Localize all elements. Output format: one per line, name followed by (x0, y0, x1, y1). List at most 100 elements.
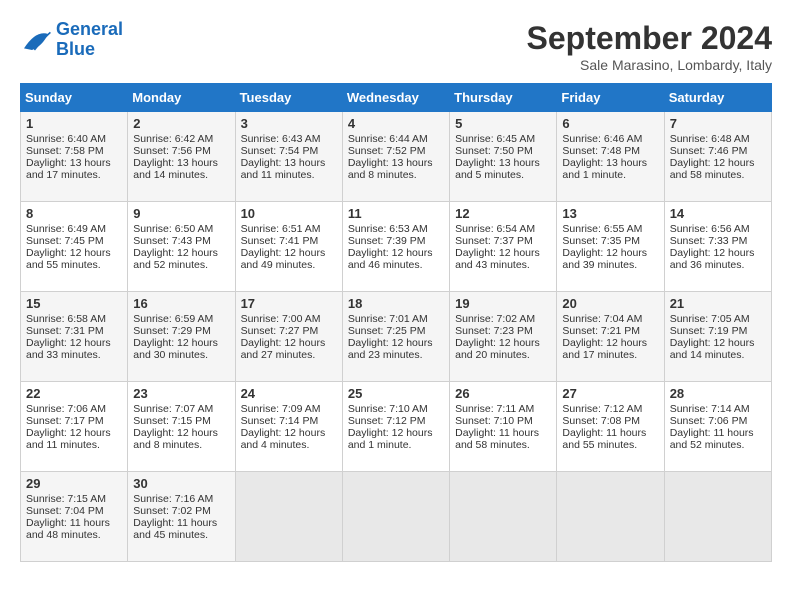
day-number: 28 (670, 386, 766, 401)
header-cell-wednesday: Wednesday (342, 84, 449, 112)
daylight: Daylight: 11 hours and 48 minutes. (26, 517, 110, 541)
sunset: Sunset: 7:54 PM (241, 145, 319, 157)
day-number: 1 (26, 116, 122, 131)
daylight: Daylight: 13 hours and 17 minutes. (26, 157, 111, 181)
sunrise: Sunrise: 6:59 AM (133, 313, 213, 325)
day-number: 2 (133, 116, 229, 131)
month-title: September 2024 (527, 20, 772, 57)
sunrise: Sunrise: 7:10 AM (348, 403, 428, 415)
daylight: Daylight: 12 hours and 49 minutes. (241, 247, 326, 271)
daylight: Daylight: 11 hours and 45 minutes. (133, 517, 217, 541)
day-number: 24 (241, 386, 337, 401)
sunrise: Sunrise: 6:42 AM (133, 133, 213, 145)
daylight: Daylight: 12 hours and 17 minutes. (562, 337, 647, 361)
sunset: Sunset: 7:08 PM (562, 415, 640, 427)
day-number: 6 (562, 116, 658, 131)
day-number: 18 (348, 296, 444, 311)
daylight: Daylight: 13 hours and 1 minute. (562, 157, 647, 181)
daylight: Daylight: 13 hours and 11 minutes. (241, 157, 326, 181)
logo: General Blue (20, 20, 123, 60)
sunset: Sunset: 7:52 PM (348, 145, 426, 157)
daylight: Daylight: 13 hours and 5 minutes. (455, 157, 540, 181)
day-cell: 30 Sunrise: 7:16 AMSunset: 7:02 PMDayligh… (128, 472, 235, 562)
day-cell: 21Sunrise: 7:05 AMSunset: 7:19 PMDayligh… (664, 292, 771, 382)
day-number: 3 (241, 116, 337, 131)
daylight: Daylight: 12 hours and 55 minutes. (26, 247, 111, 271)
day-number: 13 (562, 206, 658, 221)
header-cell-saturday: Saturday (664, 84, 771, 112)
day-number: 11 (348, 206, 444, 221)
day-cell: 1Sunrise: 6:40 AMSunset: 7:58 PMDaylight… (21, 112, 128, 202)
daylight: Daylight: 12 hours and 14 minutes. (670, 337, 755, 361)
sunset: Sunset: 7:46 PM (670, 145, 748, 157)
sunrise: Sunrise: 7:00 AM (241, 313, 321, 325)
day-cell: 3 Sunrise: 6:43 AMSunset: 7:54 PMDaylight… (235, 112, 342, 202)
sunset: Sunset: 7:25 PM (348, 325, 426, 337)
day-cell: 11Sunrise: 6:53 AMSunset: 7:39 PMDayligh… (342, 202, 449, 292)
sunset: Sunset: 7:15 PM (133, 415, 211, 427)
sunrise: Sunrise: 7:12 AM (562, 403, 642, 415)
day-cell (235, 472, 342, 562)
day-number: 10 (241, 206, 337, 221)
header-cell-sunday: Sunday (21, 84, 128, 112)
day-number: 8 (26, 206, 122, 221)
daylight: Daylight: 12 hours and 1 minute. (348, 427, 433, 451)
daylight: Daylight: 12 hours and 27 minutes. (241, 337, 326, 361)
sunset: Sunset: 7:17 PM (26, 415, 104, 427)
day-cell: 22Sunrise: 7:06 AMSunset: 7:17 PMDayligh… (21, 382, 128, 472)
day-cell: 2 Sunrise: 6:42 AMSunset: 7:56 PMDaylight… (128, 112, 235, 202)
day-cell: 12Sunrise: 6:54 AMSunset: 7:37 PMDayligh… (450, 202, 557, 292)
page-header: General Blue September 2024 Sale Marasin… (20, 20, 772, 73)
day-number: 12 (455, 206, 551, 221)
day-cell: 29Sunrise: 7:15 AMSunset: 7:04 PMDayligh… (21, 472, 128, 562)
day-number: 27 (562, 386, 658, 401)
day-cell: 15Sunrise: 6:58 AMSunset: 7:31 PMDayligh… (21, 292, 128, 382)
day-number: 26 (455, 386, 551, 401)
day-cell (450, 472, 557, 562)
sunset: Sunset: 7:14 PM (241, 415, 319, 427)
sunset: Sunset: 7:04 PM (26, 505, 104, 517)
sunset: Sunset: 7:56 PM (133, 145, 211, 157)
day-number: 4 (348, 116, 444, 131)
logo-icon (20, 26, 52, 54)
day-cell: 19Sunrise: 7:02 AMSunset: 7:23 PMDayligh… (450, 292, 557, 382)
sunrise: Sunrise: 7:16 AM (133, 493, 213, 505)
sunrise: Sunrise: 6:49 AM (26, 223, 106, 235)
sunrise: Sunrise: 6:48 AM (670, 133, 750, 145)
sunrise: Sunrise: 7:01 AM (348, 313, 428, 325)
day-cell: 20Sunrise: 7:04 AMSunset: 7:21 PMDayligh… (557, 292, 664, 382)
day-cell: 13Sunrise: 6:55 AMSunset: 7:35 PMDayligh… (557, 202, 664, 292)
day-cell (664, 472, 771, 562)
day-number: 7 (670, 116, 766, 131)
day-cell: 17Sunrise: 7:00 AMSunset: 7:27 PMDayligh… (235, 292, 342, 382)
location-subtitle: Sale Marasino, Lombardy, Italy (527, 57, 772, 73)
day-cell (557, 472, 664, 562)
sunrise: Sunrise: 6:43 AM (241, 133, 321, 145)
sunset: Sunset: 7:43 PM (133, 235, 211, 247)
day-number: 23 (133, 386, 229, 401)
sunset: Sunset: 7:50 PM (455, 145, 533, 157)
week-row-2: 8Sunrise: 6:49 AMSunset: 7:45 PMDaylight… (21, 202, 772, 292)
day-number: 30 (133, 476, 229, 491)
day-number: 16 (133, 296, 229, 311)
sunset: Sunset: 7:29 PM (133, 325, 211, 337)
daylight: Daylight: 12 hours and 33 minutes. (26, 337, 111, 361)
day-cell: 6Sunrise: 6:46 AMSunset: 7:48 PMDaylight… (557, 112, 664, 202)
sunset: Sunset: 7:12 PM (348, 415, 426, 427)
sunrise: Sunrise: 6:46 AM (562, 133, 642, 145)
sunset: Sunset: 7:02 PM (133, 505, 211, 517)
sunrise: Sunrise: 7:11 AM (455, 403, 534, 415)
daylight: Daylight: 13 hours and 14 minutes. (133, 157, 218, 181)
sunrise: Sunrise: 6:54 AM (455, 223, 535, 235)
sunset: Sunset: 7:31 PM (26, 325, 104, 337)
sunrise: Sunrise: 6:44 AM (348, 133, 428, 145)
week-row-4: 22Sunrise: 7:06 AMSunset: 7:17 PMDayligh… (21, 382, 772, 472)
sunrise: Sunrise: 7:06 AM (26, 403, 106, 415)
week-row-3: 15Sunrise: 6:58 AMSunset: 7:31 PMDayligh… (21, 292, 772, 382)
header-cell-monday: Monday (128, 84, 235, 112)
day-number: 20 (562, 296, 658, 311)
sunset: Sunset: 7:19 PM (670, 325, 748, 337)
day-cell: 16Sunrise: 6:59 AMSunset: 7:29 PMDayligh… (128, 292, 235, 382)
sunrise: Sunrise: 6:53 AM (348, 223, 428, 235)
day-number: 5 (455, 116, 551, 131)
